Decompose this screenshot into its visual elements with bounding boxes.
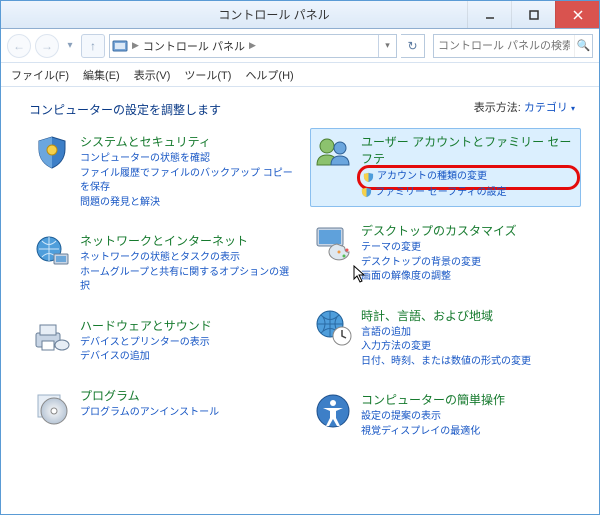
shield-icon <box>32 133 72 173</box>
category-link[interactable]: 視覚ディスプレイの最適化 <box>361 425 505 440</box>
history-dropdown-icon[interactable]: ▾ <box>63 34 77 58</box>
category-title[interactable]: ネットワークとインターネット <box>80 232 295 249</box>
back-button[interactable]: ← <box>7 34 31 58</box>
uac-shield-icon <box>361 187 372 198</box>
chevron-right-icon: ▶ <box>130 40 141 51</box>
category-link[interactable]: デバイスの追加 <box>80 350 212 365</box>
menu-tools[interactable]: ツール(T) <box>178 65 237 85</box>
users-icon <box>313 133 353 173</box>
category-user-accounts[interactable]: ユーザー アカウントとファミリー セーフテ アカウントの種類の変更 ファミリー … <box>310 128 581 207</box>
address-bar: ← → ▾ ↑ ▶ コントロール パネル ▶ ▾ ↻ 🔍 <box>1 29 599 63</box>
category-title[interactable]: プログラム <box>80 387 219 404</box>
forward-button[interactable]: → <box>35 34 59 58</box>
category-system-security[interactable]: システムとセキュリティ コンピューターの状態を確認 ファイル履歴でファイルのバッ… <box>29 128 300 217</box>
category-network[interactable]: ネットワークとインターネット ネットワークの状態とタスクの表示 ホームグループと… <box>29 227 300 302</box>
category-title[interactable]: デスクトップのカスタマイズ <box>361 222 517 239</box>
category-appearance[interactable]: デスクトップのカスタマイズ テーマの変更 デスクトップの背景の変更 画面の解像度… <box>310 217 581 292</box>
search-box[interactable]: 🔍 <box>433 34 593 58</box>
search-input[interactable] <box>434 40 574 52</box>
category-link[interactable]: コンピューターの状態を確認 <box>80 152 295 167</box>
view-mode-value[interactable]: カテゴリ <box>524 102 568 114</box>
category-link[interactable]: プログラムのアンインストール <box>80 406 219 421</box>
category-link[interactable]: ネットワークの状態とタスクの表示 <box>80 251 295 266</box>
accessibility-icon <box>313 391 353 431</box>
category-programs[interactable]: プログラム プログラムのアンインストール <box>29 382 300 434</box>
category-link[interactable]: ファミリー セーフティの設定 <box>361 186 576 201</box>
category-link[interactable]: 日付、時刻、または数値の形式の変更 <box>361 355 531 370</box>
globe-clock-icon <box>313 307 353 347</box>
refresh-button[interactable]: ↻ <box>401 34 425 58</box>
content-area: コンピューターの設定を調整します 表示方法: カテゴリ ▾ システムとセキュリテ… <box>1 87 599 514</box>
category-title[interactable]: 時計、言語、および地域 <box>361 307 531 324</box>
category-ease-of-access[interactable]: コンピューターの簡単操作 設定の提案の表示 視覚ディスプレイの最適化 <box>310 386 581 446</box>
category-hardware[interactable]: ハードウェアとサウンド デバイスとプリンターの表示 デバイスの追加 <box>29 312 300 372</box>
search-icon[interactable]: 🔍 <box>574 35 592 57</box>
up-button[interactable]: ↑ <box>81 34 105 58</box>
globe-network-icon <box>32 232 72 272</box>
breadcrumb-item[interactable]: コントロール パネル <box>141 38 247 54</box>
breadcrumb-dropdown-icon[interactable]: ▾ <box>378 35 396 57</box>
titlebar: コントロール パネル <box>1 1 599 29</box>
close-button[interactable] <box>555 1 599 28</box>
category-link[interactable]: 画面の解像度の調整 <box>361 270 517 285</box>
category-link[interactable]: 問題の発見と解決 <box>80 196 295 211</box>
category-link[interactable]: デバイスとプリンターの表示 <box>80 336 212 351</box>
category-title[interactable]: システムとセキュリティ <box>80 133 295 150</box>
printer-icon <box>32 317 72 357</box>
category-link[interactable]: テーマの変更 <box>361 241 517 256</box>
minimize-button[interactable] <box>467 1 511 28</box>
category-link[interactable]: 入力方法の変更 <box>361 340 531 355</box>
menu-file[interactable]: ファイル(F) <box>5 65 75 85</box>
category-title[interactable]: ユーザー アカウントとファミリー セーフテ <box>361 133 576 167</box>
category-clock-region[interactable]: 時計、言語、および地域 言語の追加 入力方法の変更 日付、時刻、または数値の形式… <box>310 302 581 377</box>
chevron-down-icon[interactable]: ▾ <box>571 104 575 113</box>
view-mode-label: 表示方法: <box>474 102 521 114</box>
menu-bar: ファイル(F) 編集(E) 表示(V) ツール(T) ヘルプ(H) <box>1 63 599 87</box>
menu-view[interactable]: 表示(V) <box>128 65 177 85</box>
view-mode: 表示方法: カテゴリ ▾ <box>474 99 575 115</box>
category-link[interactable]: ファイル履歴でファイルのバックアップ コピーを保存 <box>80 167 295 196</box>
category-title[interactable]: コンピューターの簡単操作 <box>361 391 505 408</box>
menu-edit[interactable]: 編集(E) <box>77 65 126 85</box>
uac-shield-icon <box>363 172 374 183</box>
menu-help[interactable]: ヘルプ(H) <box>239 65 299 85</box>
link-change-account-type[interactable]: アカウントの種類の変更 <box>361 169 576 186</box>
category-link[interactable]: 言語の追加 <box>361 326 531 341</box>
monitor-palette-icon <box>313 222 353 262</box>
control-panel-icon <box>110 38 130 54</box>
category-title[interactable]: ハードウェアとサウンド <box>80 317 212 334</box>
window-title: コントロール パネル <box>81 6 467 23</box>
category-link[interactable]: 設定の提案の表示 <box>361 410 505 425</box>
category-link[interactable]: デスクトップの背景の変更 <box>361 256 517 271</box>
maximize-button[interactable] <box>511 1 555 28</box>
breadcrumb[interactable]: ▶ コントロール パネル ▶ ▾ <box>109 34 397 58</box>
disc-icon <box>32 387 72 427</box>
category-link[interactable]: ホームグループと共有に関するオプションの選択 <box>80 266 295 295</box>
chevron-right-icon: ▶ <box>247 40 258 51</box>
